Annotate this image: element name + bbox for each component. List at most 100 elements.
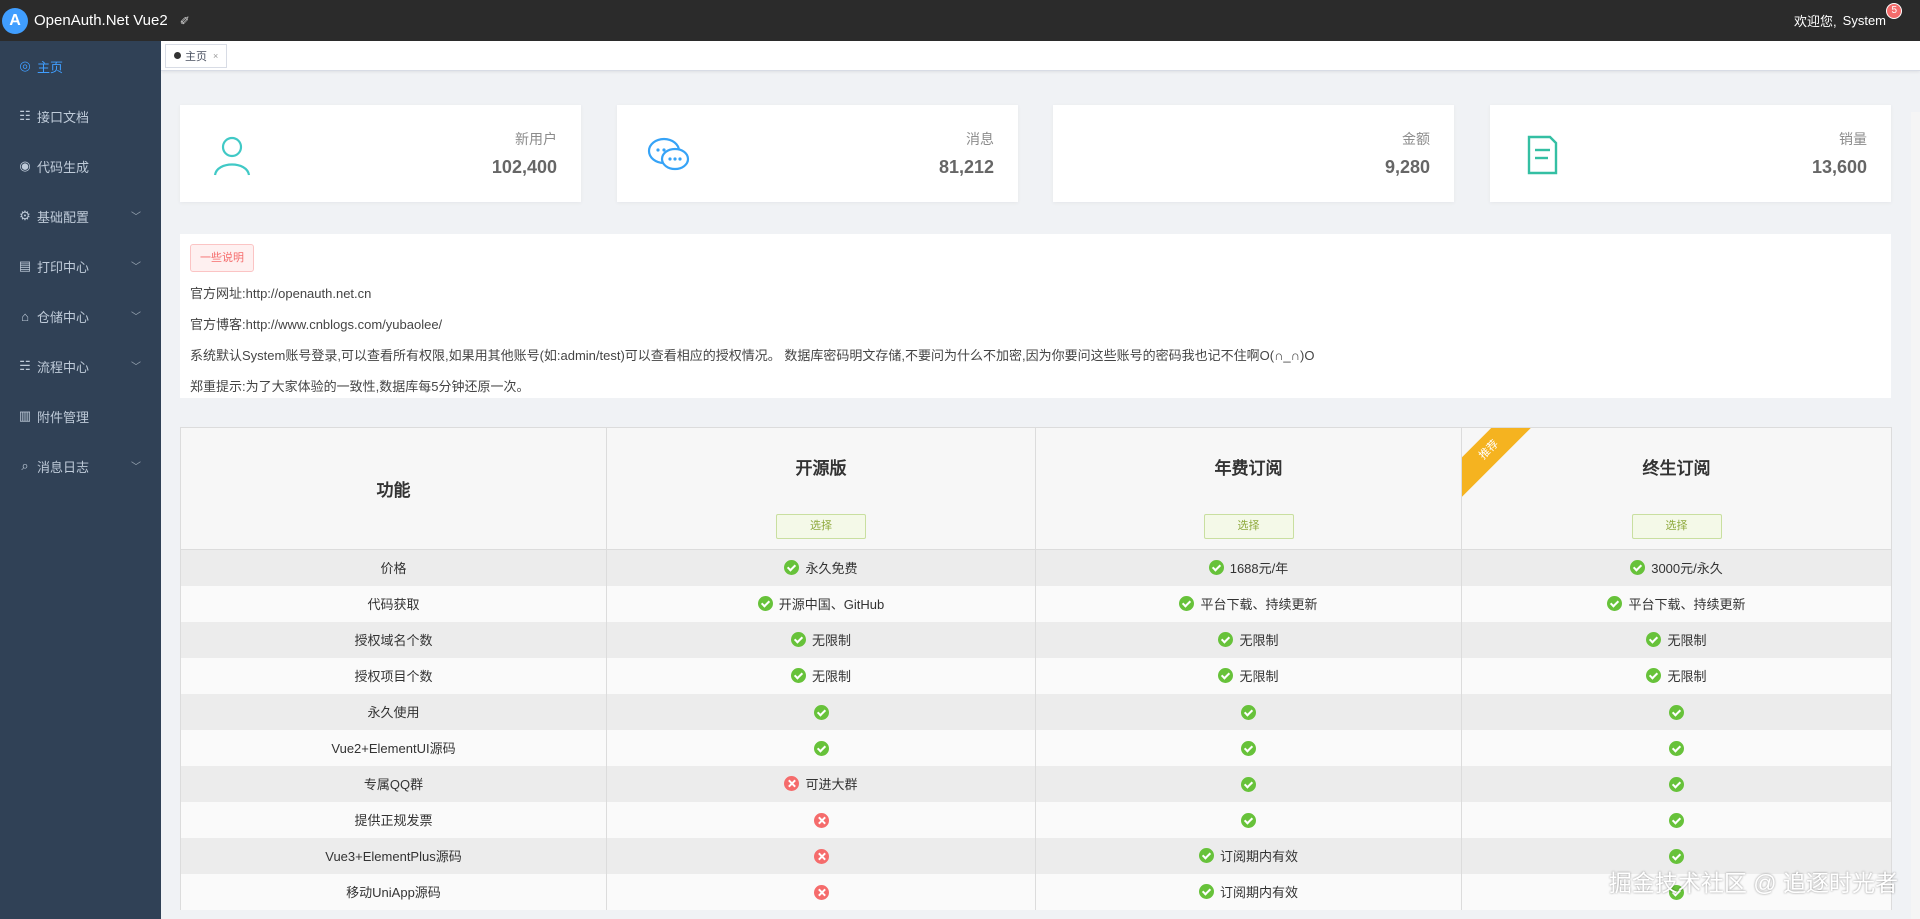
welcome-text: 欢迎您, (1794, 14, 1837, 29)
sidebar-item-label: 消息日志 (37, 459, 90, 475)
attachment-icon: ▥ (18, 408, 32, 423)
check-circle-icon (790, 668, 806, 683)
scrollbar[interactable] (1911, 112, 1920, 919)
sidebar-item-label: 代码生成 (37, 159, 90, 175)
cell-text: 无限制 (1239, 633, 1279, 648)
plan-name: 终生订阅 (1642, 459, 1711, 478)
stat-card-money[interactable]: 金额 9,280 (1053, 105, 1454, 202)
flow-icon: ☵ (19, 358, 31, 373)
plan-name: 年费订阅 (1214, 459, 1283, 478)
select-button[interactable]: 选择 (1203, 514, 1294, 539)
user-name[interactable]: System (1843, 13, 1886, 28)
plan-lifetime: 推荐 终生订阅 选择 (1461, 427, 1892, 550)
plan-cell: 订阅期内有效 (1035, 837, 1462, 874)
stat-card-messages[interactable]: 消息 81,212 (617, 105, 1018, 202)
logo-icon: A (2, 7, 28, 34)
sidebar-item-3[interactable]: ⚙ 基础配置 ﹀ (0, 191, 161, 241)
select-button[interactable]: 选择 (776, 514, 866, 539)
plan-cell: 无限制 (1461, 657, 1892, 694)
plan-cell (1461, 765, 1892, 802)
document-icon (1527, 135, 1558, 175)
sidebar: ◎ 主页 ☷ 接口文档 ◉ 代码生成 ⚙ 基础配置 ﹀ ▤ 打印中心 ﹀ ⌂ 仓储中心 ﹀ ☵ 流程中心 ﹀ ▥ 附件… (0, 41, 161, 919)
plan-name: 开源版 (795, 459, 847, 478)
sidebar-item-4[interactable]: ▤ 打印中心 ﹀ (0, 241, 161, 291)
feature-cell: Vue3+ElementPlus源码 (180, 837, 607, 874)
sidebar-item-8[interactable]: ⌕ 消息日志 ﹀ (0, 441, 161, 491)
check-circle-icon (1218, 632, 1234, 647)
check-circle-icon (1208, 560, 1224, 576)
notification-badge[interactable]: 5 (1886, 3, 1902, 19)
cell-text: 可进大群 (805, 777, 858, 792)
plan-cell: 订阅期内有效 (1035, 873, 1462, 910)
check-circle-icon (1646, 668, 1662, 683)
table-row: 代码获取 开源中国、GitHub 平台下载、持续更新 平台下载、持续更新 (180, 585, 1892, 622)
cell-text: 无限制 (811, 633, 851, 648)
stat-label: 金额 (1402, 131, 1430, 147)
feature-cell: 提供正规发票 (180, 801, 607, 838)
watermark: 掘金技术社区 @ 追逐时光者 (1608, 870, 1898, 896)
plan-cell (606, 693, 1036, 730)
plan-cell (606, 873, 1036, 910)
check-circle-icon (1607, 596, 1623, 611)
notice-panel: 一些说明 官方网址:http://openauth.net.cn 官方博客:ht… (180, 234, 1891, 398)
sidebar-item-label: 主页 (37, 59, 64, 75)
table-row: 专属QQ群 可进大群 (180, 765, 1892, 802)
check-circle-icon (1218, 668, 1234, 683)
stat-card-new-users[interactable]: 新用户 102,400 (180, 105, 581, 202)
stat-value: 102,400 (491, 157, 557, 177)
plan-cell: 可进大群 (606, 765, 1036, 802)
sidebar-item-1[interactable]: ☷ 接口文档 (0, 91, 161, 141)
message-icon (647, 137, 690, 171)
stat-card-sales[interactable]: 销量 13,600 (1490, 105, 1891, 202)
feature-cell: Vue2+ElementUI源码 (180, 729, 607, 766)
close-circle-icon (784, 776, 800, 791)
plan-cell (1035, 801, 1462, 838)
cell-text: 无限制 (1667, 633, 1707, 648)
chevron-down-icon: ﹀ (131, 312, 141, 323)
cell-text: 无限制 (811, 669, 851, 684)
check-circle-icon (757, 596, 773, 611)
check-circle-icon (1669, 740, 1684, 756)
check-circle-icon (1241, 776, 1256, 792)
chevron-down-icon: ﹀ (131, 262, 141, 273)
stat-label: 销量 (1839, 131, 1867, 147)
close-circle-icon (813, 884, 829, 900)
plan-annual: 年费订阅 选择 (1035, 427, 1462, 550)
main-content: 主页 × 新用户 102,400 消息 81,212 金额 9,280 销量 1… (161, 41, 1920, 919)
pin-icon[interactable]: ✐ (180, 14, 190, 28)
sidebar-item-0[interactable]: ◎ 主页 (0, 41, 161, 91)
plan-cell: 1688元/年 (1035, 549, 1462, 586)
notice-line-blog: 官方博客:http://www.cnblogs.com/yubaolee/ (190, 317, 443, 332)
check-circle-icon (1241, 704, 1256, 720)
check-circle-icon (1669, 848, 1684, 864)
plan-cell: 3000元/永久 (1461, 549, 1892, 586)
select-button[interactable]: 选择 (1631, 514, 1722, 539)
feature-cell: 移动UniApp源码 (180, 873, 607, 910)
table-row: Vue2+ElementUI源码 (180, 729, 1892, 766)
stat-value: 81,212 (938, 157, 994, 177)
chevron-down-icon: ﹀ (131, 462, 141, 473)
sidebar-item-2[interactable]: ◉ 代码生成 (0, 141, 161, 191)
plan-cell: 无限制 (1035, 657, 1462, 694)
cell-text: 1688元/年 (1229, 561, 1289, 577)
feature-cell: 专属QQ群 (180, 765, 607, 802)
cell-text: 永久免费 (805, 561, 858, 577)
print-icon: ▤ (18, 258, 32, 273)
tag-home[interactable]: 主页 × (165, 43, 228, 68)
cell-text: 平台下载、持续更新 (1628, 597, 1746, 612)
close-icon[interactable]: × (213, 51, 218, 61)
table-row: 授权域名个数 无限制 无限制 无限制 (180, 621, 1892, 658)
notice-tag: 一些说明 (190, 244, 254, 272)
sidebar-item-label: 仓储中心 (37, 309, 90, 325)
sidebar-item-7[interactable]: ▥ 附件管理 (0, 391, 161, 441)
user-menu[interactable]: 欢迎您, System 5 (1794, 3, 1902, 30)
notice-line-account: 系统默认System账号登录,可以查看所有权限,如果用其他账号(如:admin/… (190, 348, 1315, 363)
search-icon: ⌕ (21, 458, 29, 473)
logo[interactable]: A OpenAuth.Net Vue2 (0, 0, 168, 41)
plan-cell (606, 837, 1036, 874)
sidebar-item-6[interactable]: ☵ 流程中心 ﹀ (0, 341, 161, 391)
check-circle-icon (1646, 632, 1662, 647)
sidebar-item-5[interactable]: ⌂ 仓储中心 ﹀ (0, 291, 161, 341)
feature-cell: 永久使用 (180, 693, 607, 730)
plan-cell (1461, 729, 1892, 766)
